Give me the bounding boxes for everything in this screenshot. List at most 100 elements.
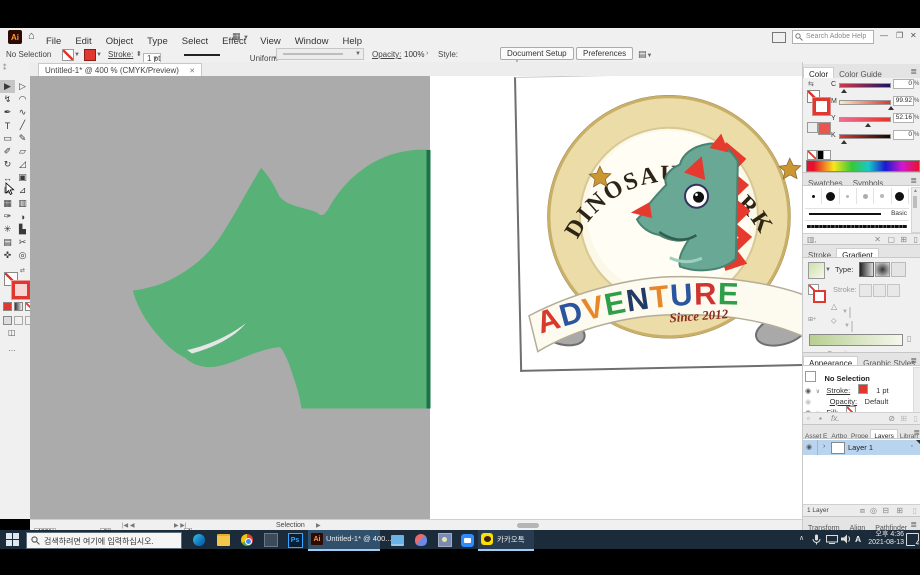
gpu-monitor-icon[interactable] [772, 32, 786, 43]
paint-taskbar-icon[interactable] [412, 531, 430, 549]
document-tab-close-icon[interactable]: ✕ [189, 68, 195, 75]
document-tab[interactable]: Untitled-1* @ 400 % (CMYK/Preview) ✕ [38, 63, 202, 77]
brush-item[interactable] [857, 188, 874, 204]
start-button[interactable] [6, 533, 19, 546]
tool-line-segment[interactable]: ╱ [15, 119, 30, 132]
tool-hand[interactable]: ✜ [0, 249, 15, 262]
draw-normal-mode[interactable] [3, 316, 12, 325]
brushes-panel-menu-icon[interactable]: ≣ [910, 176, 917, 185]
arrange-documents-icon[interactable]: ▦ ▼ [232, 31, 249, 42]
duplicate-item-icon[interactable]: ⊞ [900, 414, 907, 423]
channel-value-field[interactable]: 52.16 [893, 113, 914, 123]
brush-basic-row[interactable]: Basic [805, 208, 909, 220]
add-new-stroke-icon[interactable]: ▫ [807, 414, 810, 423]
clear-appearance-icon[interactable]: ⊘ [888, 414, 895, 423]
make-clip-mask-icon[interactable]: ⧈ [860, 506, 865, 516]
tool-rotate[interactable]: ↻ [0, 158, 15, 171]
tool-perspective-grid[interactable]: ⊿ [15, 184, 30, 197]
microphone-tray-icon[interactable] [812, 534, 821, 545]
new-sublayer-icon[interactable]: ⊟ [882, 506, 889, 515]
illustrator-taskbar-window[interactable]: Ai Untitled-1* @ 400... [308, 530, 380, 551]
window-close-button[interactable]: ✕ [910, 31, 917, 40]
gradient-freeform-button[interactable] [891, 262, 906, 277]
new-layer-icon[interactable]: ⊞ [896, 506, 903, 515]
stroke-panel-link[interactable]: Stroke: [108, 50, 133, 59]
brush-item[interactable] [805, 188, 822, 204]
gradient-stroke-along-button[interactable] [873, 284, 886, 297]
layer-row[interactable]: ◉ › Layer 1 ◦ [803, 440, 920, 455]
tool-direct-selection[interactable]: ▷ [15, 80, 30, 93]
brush-item[interactable] [822, 188, 839, 204]
teamviewer-taskbar-icon[interactable] [388, 531, 406, 549]
tool-eraser[interactable]: ▱ [15, 145, 30, 158]
gradient-stroke-across-button[interactable] [887, 284, 900, 297]
stroke-color-swatch[interactable] [84, 49, 96, 61]
tool-curvature[interactable]: ∿ [15, 106, 30, 119]
brush-charcoal-row[interactable] [805, 220, 909, 232]
chrome-taskbar-icon[interactable] [238, 531, 256, 549]
tool-pen[interactable]: ✒ [0, 106, 15, 119]
gradient-linear-button[interactable] [859, 262, 874, 277]
remove-brush-stroke-icon[interactable]: ✕ [874, 235, 881, 244]
add-new-fill-icon[interactable]: ▪ [819, 414, 822, 423]
tool-pencil[interactable]: ✐ [0, 145, 15, 158]
window-minimize-button[interactable]: — [880, 31, 888, 40]
channel-slider[interactable] [839, 117, 891, 122]
stroke-proxy-active[interactable] [12, 281, 30, 299]
volume-tray-icon[interactable] [841, 534, 852, 544]
tool-paintbrush[interactable]: ✎ [15, 132, 30, 145]
opacity-link[interactable]: Opacity: [372, 50, 401, 59]
canvas[interactable]: DINOSAUR PARK [30, 76, 802, 519]
hancom-taskbar-icon[interactable] [262, 531, 280, 549]
tool-eyedropper[interactable]: ✑ [0, 210, 15, 223]
slider-marker[interactable] [841, 89, 847, 93]
tool-free-transform[interactable]: ▣ [15, 171, 30, 184]
channel-value-field[interactable]: 99.92 [893, 96, 914, 106]
tool-symbol-sprayer[interactable]: ✳ [0, 223, 15, 236]
color-white-swatch[interactable] [823, 150, 831, 160]
channel-slider[interactable] [839, 100, 891, 105]
tool-magic-wand[interactable]: ↯ [0, 93, 15, 106]
channel-slider[interactable] [839, 83, 891, 88]
document-setup-button[interactable]: Document Setup [500, 47, 574, 60]
help-search-box[interactable]: Search Adobe Help [792, 30, 874, 44]
gradient-aspect-select[interactable]: ▼ [851, 321, 853, 332]
tool-zoom[interactable]: ◎ [15, 249, 30, 262]
tool-lasso[interactable]: ◠ [15, 93, 30, 106]
taskbar-search-box[interactable]: 검색하려면 여기에 입력하십시오. [26, 532, 182, 549]
slider-marker[interactable] [888, 106, 894, 110]
locate-object-icon[interactable]: ◎ [870, 506, 877, 515]
draw-behind-mode[interactable] [14, 316, 23, 325]
gradient-radial-button[interactable] [875, 262, 890, 277]
tool-blend[interactable]: ◑ [15, 210, 30, 223]
horizontal-scrollbar-thumb[interactable] [517, 523, 539, 528]
layer-target-icon[interactable]: ◦ [911, 443, 913, 450]
stroke-weight-stepper[interactable]: ⬍ [136, 50, 142, 58]
swap-fill-stroke-icon[interactable]: ⇄ [20, 267, 25, 274]
photos-taskbar-icon[interactable] [436, 531, 454, 549]
color-button[interactable] [3, 302, 12, 311]
preferences-button[interactable]: Preferences [576, 47, 633, 60]
delete-brush-icon[interactable]: ▯ [914, 235, 918, 244]
tool-scale[interactable]: ◿ [15, 158, 30, 171]
brush-item[interactable] [874, 188, 891, 204]
edge-taskbar-icon[interactable] [190, 531, 208, 549]
tool-selection[interactable]: ▶ [0, 80, 15, 93]
kakaotalk-taskbar-window[interactable]: 카카오톡 [478, 530, 534, 551]
slider-marker[interactable] [865, 123, 871, 127]
notification-center-icon[interactable]: 4 [906, 533, 919, 546]
edit-toolbar-icon[interactable]: … [8, 344, 17, 353]
brush-definition-select[interactable]: ▼ [276, 48, 364, 60]
status-expand-icon[interactable]: ▶ [316, 522, 321, 529]
gradient-stroke-proxy[interactable] [813, 290, 826, 303]
window-restore-button[interactable]: ❐ [896, 31, 903, 40]
toolbar-collapse-icon[interactable]: ⁑ [3, 64, 7, 72]
channel-value-field[interactable]: 0 [893, 79, 914, 89]
clock[interactable]: 오후 4:36 2021-08-13 [866, 531, 904, 547]
brush-item[interactable] [840, 188, 857, 204]
opacity-caret[interactable]: › [426, 50, 428, 57]
stroke-color-caret[interactable]: ▼ [96, 52, 102, 58]
channel-slider[interactable] [839, 134, 891, 139]
tool-type[interactable]: T [0, 119, 15, 132]
brush-libraries-icon[interactable]: ▥, [807, 235, 817, 244]
